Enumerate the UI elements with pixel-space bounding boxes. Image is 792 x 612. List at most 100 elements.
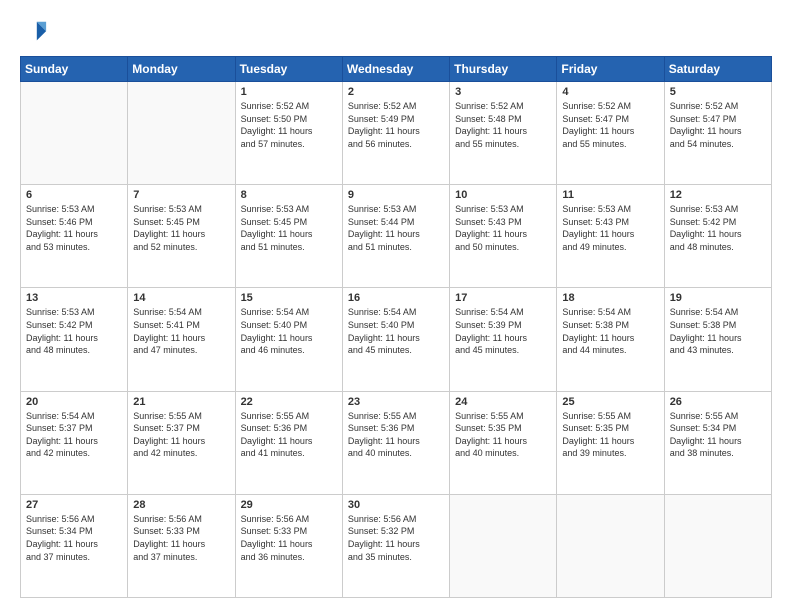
day-number: 21: [133, 396, 229, 408]
calendar-cell: 13Sunrise: 5:53 AM Sunset: 5:42 PM Dayli…: [21, 288, 128, 391]
day-info: Sunrise: 5:53 AM Sunset: 5:44 PM Dayligh…: [348, 203, 444, 253]
day-info: Sunrise: 5:52 AM Sunset: 5:47 PM Dayligh…: [670, 100, 766, 150]
day-info: Sunrise: 5:54 AM Sunset: 5:40 PM Dayligh…: [241, 306, 337, 356]
day-number: 12: [670, 189, 766, 201]
calendar-cell: [128, 82, 235, 185]
calendar-cell: 9 Sunrise: 5:53 AM Sunset: 5:44 PM Daylig…: [342, 185, 449, 288]
calendar-cell: 20 Sunrise: 5:54 AM Sunset: 5:37 PM Dayli…: [21, 391, 128, 494]
day-number: 5: [670, 86, 766, 98]
day-number: 28: [133, 499, 229, 511]
day-number: 2: [348, 86, 444, 98]
weekday-header: Wednesday: [342, 57, 449, 82]
day-info: Sunrise: 5:55 AM Sunset: 5:36 PM Dayligh…: [348, 410, 444, 460]
day-number: 7: [133, 189, 229, 201]
calendar-week-row: 13Sunrise: 5:53 AM Sunset: 5:42 PM Dayli…: [21, 288, 772, 391]
day-number: 30: [348, 499, 444, 511]
calendar-cell: 6Sunrise: 5:53 AM Sunset: 5:46 PM Daylig…: [21, 185, 128, 288]
calendar-cell: 24 Sunrise: 5:55 AM Sunset: 5:35 PM Dayli…: [450, 391, 557, 494]
day-info: Sunrise: 5:52 AM Sunset: 5:49 PM Dayligh…: [348, 100, 444, 150]
day-number: 29: [241, 499, 337, 511]
calendar-cell: 25 Sunrise: 5:55 AM Sunset: 5:35 PM Dayli…: [557, 391, 664, 494]
day-number: 14: [133, 292, 229, 304]
calendar-cell: [450, 494, 557, 597]
day-info: Sunrise: 5:52 AM Sunset: 5:50 PM Dayligh…: [241, 100, 337, 150]
calendar-cell: 3Sunrise: 5:52 AM Sunset: 5:48 PM Daylig…: [450, 82, 557, 185]
calendar-week-row: 1 Sunrise: 5:52 AM Sunset: 5:50 PM Daylig…: [21, 82, 772, 185]
calendar-cell: 28 Sunrise: 5:56 AM Sunset: 5:33 PM Dayli…: [128, 494, 235, 597]
calendar-cell: [21, 82, 128, 185]
day-number: 27: [26, 499, 122, 511]
calendar-cell: 12 Sunrise: 5:53 AM Sunset: 5:42 PM Dayli…: [664, 185, 771, 288]
day-number: 18: [562, 292, 658, 304]
day-info: Sunrise: 5:54 AM Sunset: 5:41 PM Dayligh…: [133, 306, 229, 356]
calendar-cell: [557, 494, 664, 597]
calendar-cell: 11 Sunrise: 5:53 AM Sunset: 5:43 PM Dayli…: [557, 185, 664, 288]
calendar-cell: 1 Sunrise: 5:52 AM Sunset: 5:50 PM Daylig…: [235, 82, 342, 185]
calendar-cell: [664, 494, 771, 597]
weekday-header: Tuesday: [235, 57, 342, 82]
day-info: Sunrise: 5:53 AM Sunset: 5:43 PM Dayligh…: [455, 203, 551, 253]
day-info: Sunrise: 5:53 AM Sunset: 5:43 PM Dayligh…: [562, 203, 658, 253]
day-number: 10: [455, 189, 551, 201]
day-number: 25: [562, 396, 658, 408]
day-info: Sunrise: 5:52 AM Sunset: 5:47 PM Dayligh…: [562, 100, 658, 150]
logo-icon: [20, 18, 48, 46]
day-info: Sunrise: 5:56 AM Sunset: 5:33 PM Dayligh…: [133, 513, 229, 563]
day-info: Sunrise: 5:53 AM Sunset: 5:42 PM Dayligh…: [670, 203, 766, 253]
calendar-cell: 4 Sunrise: 5:52 AM Sunset: 5:47 PM Daylig…: [557, 82, 664, 185]
calendar-cell: 16Sunrise: 5:54 AM Sunset: 5:40 PM Dayli…: [342, 288, 449, 391]
day-info: Sunrise: 5:52 AM Sunset: 5:48 PM Dayligh…: [455, 100, 551, 150]
day-info: Sunrise: 5:56 AM Sunset: 5:34 PM Dayligh…: [26, 513, 122, 563]
calendar-cell: 29 Sunrise: 5:56 AM Sunset: 5:33 PM Dayli…: [235, 494, 342, 597]
weekday-header: Saturday: [664, 57, 771, 82]
calendar-cell: 8Sunrise: 5:53 AM Sunset: 5:45 PM Daylig…: [235, 185, 342, 288]
calendar-cell: 27 Sunrise: 5:56 AM Sunset: 5:34 PM Dayli…: [21, 494, 128, 597]
calendar-cell: 30Sunrise: 5:56 AM Sunset: 5:32 PM Dayli…: [342, 494, 449, 597]
day-number: 20: [26, 396, 122, 408]
page: SundayMondayTuesdayWednesdayThursdayFrid…: [0, 0, 792, 612]
calendar-cell: 15 Sunrise: 5:54 AM Sunset: 5:40 PM Dayli…: [235, 288, 342, 391]
day-number: 17: [455, 292, 551, 304]
day-info: Sunrise: 5:55 AM Sunset: 5:36 PM Dayligh…: [241, 410, 337, 460]
calendar-table: SundayMondayTuesdayWednesdayThursdayFrid…: [20, 56, 772, 598]
calendar-cell: 19 Sunrise: 5:54 AM Sunset: 5:38 PM Dayli…: [664, 288, 771, 391]
calendar-week-row: 27 Sunrise: 5:56 AM Sunset: 5:34 PM Dayli…: [21, 494, 772, 597]
day-info: Sunrise: 5:55 AM Sunset: 5:35 PM Dayligh…: [455, 410, 551, 460]
calendar-week-row: 20 Sunrise: 5:54 AM Sunset: 5:37 PM Dayli…: [21, 391, 772, 494]
day-info: Sunrise: 5:54 AM Sunset: 5:40 PM Dayligh…: [348, 306, 444, 356]
day-number: 24: [455, 396, 551, 408]
calendar-cell: 18 Sunrise: 5:54 AM Sunset: 5:38 PM Dayli…: [557, 288, 664, 391]
day-number: 9: [348, 189, 444, 201]
day-info: Sunrise: 5:54 AM Sunset: 5:37 PM Dayligh…: [26, 410, 122, 460]
day-info: Sunrise: 5:53 AM Sunset: 5:45 PM Dayligh…: [133, 203, 229, 253]
weekday-header: Sunday: [21, 57, 128, 82]
day-number: 15: [241, 292, 337, 304]
calendar-cell: 22 Sunrise: 5:55 AM Sunset: 5:36 PM Dayli…: [235, 391, 342, 494]
calendar-cell: 26 Sunrise: 5:55 AM Sunset: 5:34 PM Dayli…: [664, 391, 771, 494]
day-number: 13: [26, 292, 122, 304]
day-info: Sunrise: 5:53 AM Sunset: 5:45 PM Dayligh…: [241, 203, 337, 253]
calendar-cell: 5 Sunrise: 5:52 AM Sunset: 5:47 PM Daylig…: [664, 82, 771, 185]
calendar-cell: 17Sunrise: 5:54 AM Sunset: 5:39 PM Dayli…: [450, 288, 557, 391]
day-info: Sunrise: 5:54 AM Sunset: 5:38 PM Dayligh…: [670, 306, 766, 356]
day-info: Sunrise: 5:53 AM Sunset: 5:46 PM Dayligh…: [26, 203, 122, 253]
calendar-cell: 7 Sunrise: 5:53 AM Sunset: 5:45 PM Daylig…: [128, 185, 235, 288]
day-info: Sunrise: 5:55 AM Sunset: 5:37 PM Dayligh…: [133, 410, 229, 460]
day-number: 19: [670, 292, 766, 304]
day-number: 23: [348, 396, 444, 408]
day-info: Sunrise: 5:55 AM Sunset: 5:35 PM Dayligh…: [562, 410, 658, 460]
day-number: 22: [241, 396, 337, 408]
day-number: 4: [562, 86, 658, 98]
logo: [20, 18, 52, 46]
day-info: Sunrise: 5:55 AM Sunset: 5:34 PM Dayligh…: [670, 410, 766, 460]
weekday-header: Friday: [557, 57, 664, 82]
calendar-cell: 21 Sunrise: 5:55 AM Sunset: 5:37 PM Dayli…: [128, 391, 235, 494]
day-info: Sunrise: 5:54 AM Sunset: 5:38 PM Dayligh…: [562, 306, 658, 356]
calendar-cell: 10 Sunrise: 5:53 AM Sunset: 5:43 PM Dayli…: [450, 185, 557, 288]
calendar-week-row: 6Sunrise: 5:53 AM Sunset: 5:46 PM Daylig…: [21, 185, 772, 288]
day-number: 1: [241, 86, 337, 98]
day-info: Sunrise: 5:56 AM Sunset: 5:33 PM Dayligh…: [241, 513, 337, 563]
day-number: 26: [670, 396, 766, 408]
day-number: 11: [562, 189, 658, 201]
weekday-header: Monday: [128, 57, 235, 82]
